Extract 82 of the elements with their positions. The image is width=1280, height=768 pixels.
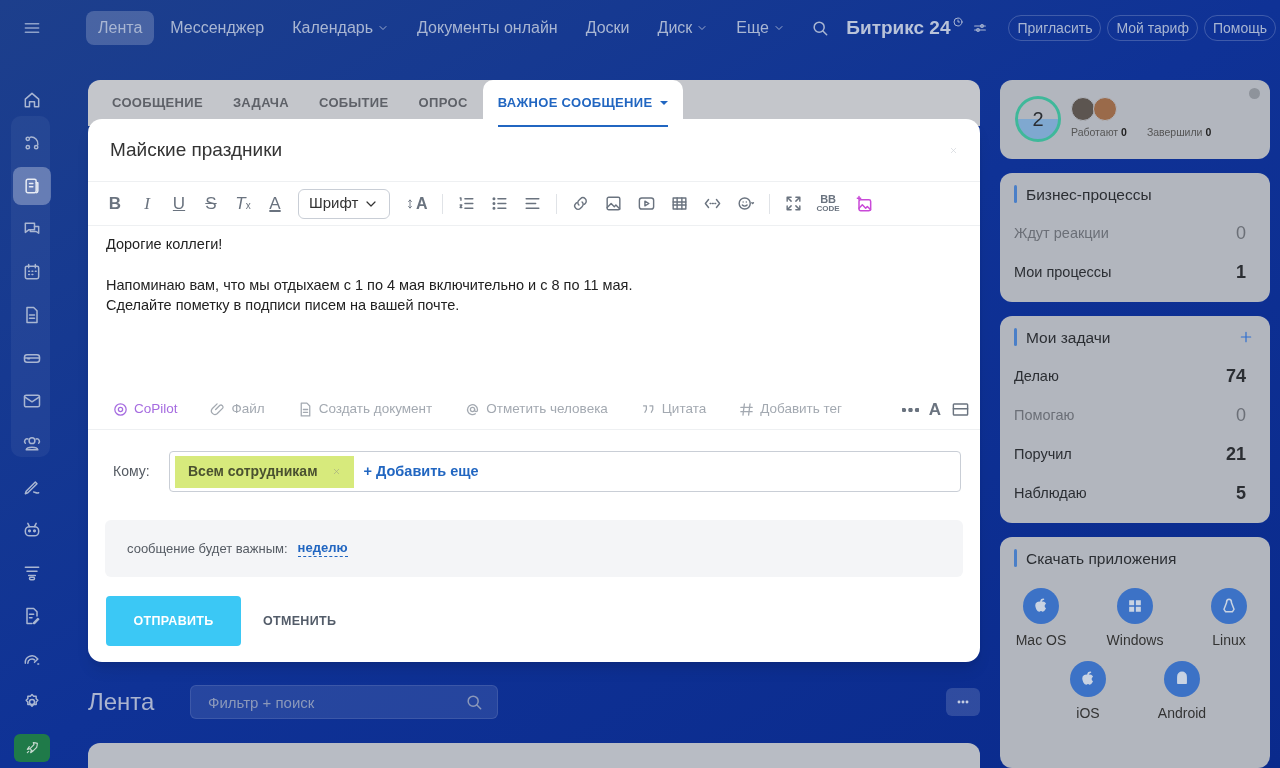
sidebar-icon: [22, 176, 42, 196]
font-select[interactable]: Шрифт: [298, 188, 390, 219]
widget-row[interactable]: Помогаю 0: [1000, 395, 1270, 435]
duration-link[interactable]: неделю: [297, 540, 348, 557]
panel-icon: [951, 400, 970, 419]
add-recipient-link[interactable]: + Добавить еще: [363, 460, 479, 483]
caret-icon: [660, 101, 669, 105]
nav-tab[interactable]: Документы онлайн: [405, 11, 570, 45]
pulse-stat: Завершили 0: [1146, 124, 1212, 140]
format-button[interactable]: U: [170, 190, 188, 217]
close-icon: [331, 467, 341, 476]
nav-tab[interactable]: Диск: [645, 11, 721, 45]
avatar[interactable]: [1071, 96, 1095, 121]
video-icon: [636, 194, 656, 213]
sidebar-icon: [22, 520, 42, 540]
search-icon: [464, 692, 484, 712]
nav-tab[interactable]: Лента: [86, 11, 155, 45]
pulse-counter[interactable]: 2: [1015, 96, 1061, 143]
nav-tab[interactable]: Мессенджер: [158, 11, 277, 45]
nav-tab[interactable]: Еще: [724, 11, 797, 45]
more-button[interactable]: [946, 688, 980, 716]
widget-row[interactable]: Поручил 21: [1000, 434, 1270, 474]
font-size-button[interactable]: A: [404, 191, 428, 216]
table-icon: [669, 194, 689, 213]
importance-text: сообщение будет важным:: [127, 539, 288, 558]
message-paragraph: Дорогие коллеги!: [106, 235, 224, 254]
sidebar-icon: [22, 133, 42, 153]
widget-title: Мои задачи: [1026, 327, 1111, 348]
app-download-link[interactable]: Linux: [1197, 587, 1261, 651]
nav-tab[interactable]: Календарь: [280, 11, 402, 45]
format-button[interactable]: Tx: [234, 190, 252, 217]
smile-icon: [735, 194, 755, 213]
brand-logo[interactable]: Битрикс 24: [846, 13, 951, 43]
composer-tab[interactable]: ВАЖНОЕ СООБЩЕНИЕ: [482, 80, 684, 126]
widget-title: Бизнес-процессы: [1026, 184, 1152, 205]
copilot-button[interactable]: CoPilot: [112, 399, 178, 420]
widget-title: Скачать приложения: [1026, 548, 1177, 569]
image-icon: [603, 194, 623, 213]
feed-title: Лента: [88, 687, 156, 717]
fullscreen-icon: [783, 194, 803, 213]
smile-button[interactable]: [735, 194, 755, 213]
app-download-link[interactable]: iOS: [1056, 660, 1120, 724]
paperclip-icon: [209, 401, 227, 418]
format-button[interactable]: I: [138, 190, 156, 217]
nav-tab[interactable]: Доски: [573, 11, 642, 45]
widget-row[interactable]: Делаю 74: [1000, 356, 1270, 396]
video-button[interactable]: [636, 194, 656, 213]
sidebar-icon: [24, 740, 40, 756]
clock-icon: [952, 16, 965, 28]
sidebar-icon: [22, 391, 42, 411]
sidebar-icon: [22, 262, 42, 282]
sidebar-icon: [22, 563, 42, 583]
bullet-list-icon: [489, 194, 509, 213]
bbcode-button[interactable]: BB CODE: [816, 194, 840, 213]
recipients-field[interactable]: Всем сотрудникам + Добавить еще: [169, 451, 961, 492]
table-button[interactable]: [669, 194, 689, 213]
launch-button[interactable]: [14, 734, 50, 762]
format-button[interactable]: S: [202, 190, 220, 217]
bullet-list-button[interactable]: [489, 194, 509, 213]
fullscreen-button[interactable]: [783, 194, 803, 213]
sidebar-icon: [22, 434, 42, 454]
sidebar-icon: [22, 90, 42, 110]
image-button[interactable]: [603, 194, 623, 213]
close-icon: [949, 145, 958, 155]
app-download-link[interactable]: Windows: [1103, 587, 1167, 651]
hash-icon: [738, 401, 756, 418]
cancel-button[interactable]: ОТМЕНИТЬ: [255, 596, 345, 646]
pulse-stat: Работают 0: [1071, 124, 1127, 140]
recipients-label: Кому:: [113, 462, 151, 481]
message-paragraph: Напоминаю вам, что мы отдыхаем с 1 по 4 мая включительно и с 8 по 11 мая. Сделайте пометку в подписи писем на вашей почте.: [106, 276, 634, 315]
sidebar-nav-item[interactable]: [13, 167, 51, 205]
format-button[interactable]: A: [266, 190, 284, 217]
format-toggle-button[interactable]: A: [928, 396, 941, 423]
copilot-icon: [112, 401, 129, 418]
more-icon: [901, 407, 919, 412]
widget-row[interactable]: Наблюдаю 5: [1000, 473, 1270, 513]
message-title: Майские праздники: [110, 137, 283, 162]
app-download-link[interactable]: Android: [1150, 660, 1214, 724]
app-download-link[interactable]: Mac OS: [1009, 587, 1073, 651]
recipient-tag[interactable]: Всем сотрудникам: [175, 455, 354, 488]
widget-row[interactable]: Мои процессы 1: [1000, 252, 1270, 292]
format-button[interactable]: B: [106, 190, 124, 217]
